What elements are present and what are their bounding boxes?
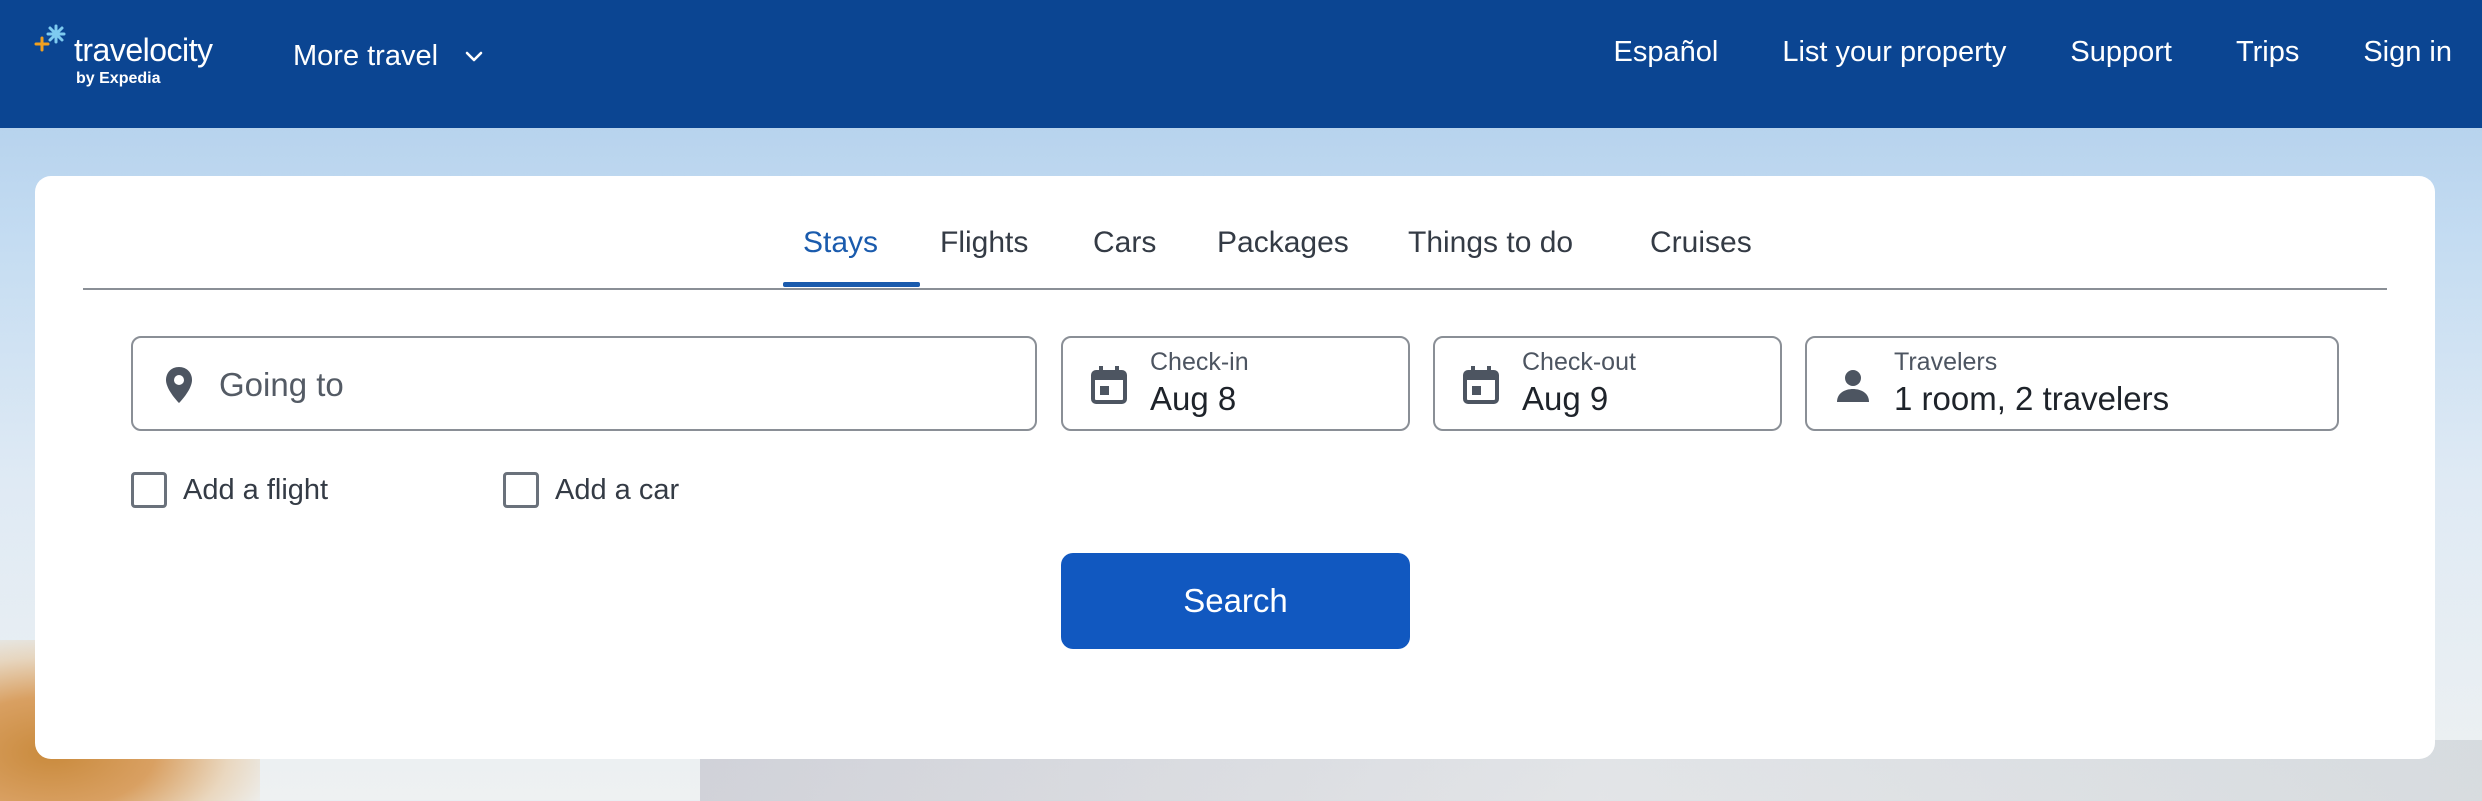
chevron-down-icon: [465, 51, 483, 62]
search-card: Stays Flights Cars Packages Things to do…: [35, 176, 2435, 759]
add-flight-checkbox[interactable]: [131, 472, 167, 508]
search-tabs: Stays Flights Cars Packages Things to do…: [83, 176, 2387, 290]
travelers-field[interactable]: Travelers 1 room, 2 travelers: [1805, 336, 2339, 431]
sign-in-link[interactable]: Sign in: [2363, 36, 2452, 69]
checkout-value: Aug 9: [1522, 380, 1609, 417]
more-travel-label: More travel: [293, 39, 439, 72]
active-tab-indicator: [783, 282, 920, 287]
checkout-field[interactable]: Check-out Aug 9: [1433, 336, 1782, 431]
language-link[interactable]: Español: [1614, 36, 1719, 69]
checkout-label: Check-out: [1522, 348, 1636, 376]
logo-wordmark: travelocity: [74, 32, 213, 68]
trips-link[interactable]: Trips: [2236, 36, 2299, 69]
calendar-icon: [1091, 366, 1127, 404]
tab-stays[interactable]: Stays: [803, 226, 878, 260]
tab-packages[interactable]: Packages: [1217, 226, 1349, 260]
add-car-label: Add a car: [555, 473, 680, 506]
person-icon: [1837, 370, 1869, 402]
travelers-label: Travelers: [1894, 348, 1998, 376]
travelers-value: 1 room, 2 travelers: [1894, 380, 2170, 417]
list-property-link[interactable]: List your property: [1782, 36, 2006, 69]
checkin-field[interactable]: Check-in Aug 8: [1061, 336, 1410, 431]
search-button[interactable]: Search: [1061, 553, 1410, 649]
calendar-icon: [1463, 366, 1499, 404]
checkin-value: Aug 8: [1150, 380, 1237, 417]
tab-flights[interactable]: Flights: [940, 226, 1028, 260]
support-link[interactable]: Support: [2070, 36, 2172, 69]
travelocity-logo[interactable]: travelocity by Expedia: [34, 22, 224, 92]
tab-cars[interactable]: Cars: [1093, 226, 1156, 260]
add-car-option[interactable]: Add a car: [503, 472, 679, 508]
location-pin-icon: [166, 367, 192, 403]
more-travel-menu[interactable]: More travel: [293, 36, 484, 76]
top-nav-bar: travelocity by Expedia More travel Españ…: [0, 0, 2482, 128]
destination-field[interactable]: Going to: [131, 336, 1037, 431]
logo-byline: by Expedia: [76, 70, 161, 87]
destination-placeholder: Going to: [219, 366, 344, 403]
tab-cruises[interactable]: Cruises: [1650, 226, 1752, 260]
tab-things-to-do[interactable]: Things to do: [1408, 226, 1573, 260]
checkin-label: Check-in: [1150, 348, 1249, 376]
add-car-checkbox[interactable]: [503, 472, 539, 508]
add-flight-option[interactable]: Add a flight: [131, 472, 328, 508]
header-nav: Español List your property Support Trips…: [1614, 36, 2452, 69]
add-flight-label: Add a flight: [183, 473, 329, 506]
logo-star-icon: [34, 24, 66, 52]
